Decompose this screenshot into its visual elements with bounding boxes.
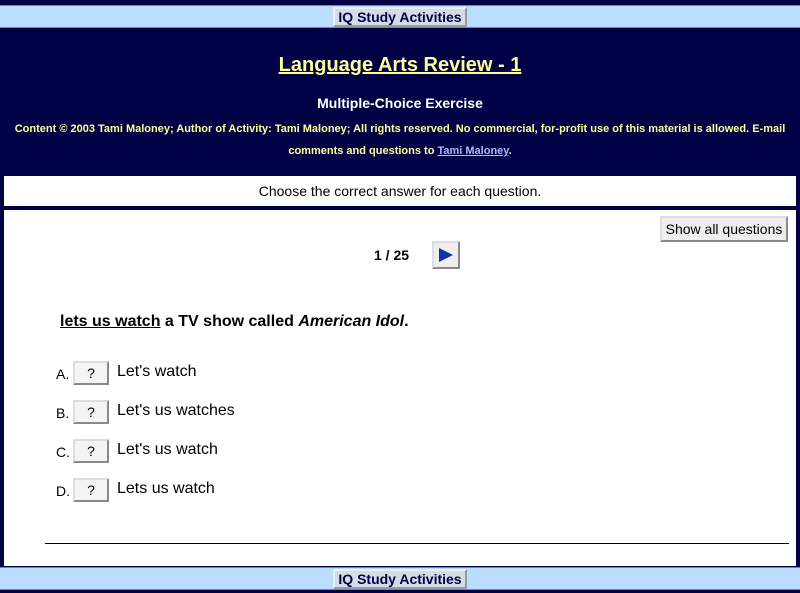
question-underlined: lets us watch xyxy=(60,313,161,330)
option-letter: C. xyxy=(56,444,70,460)
show-all-questions-button[interactable]: Show all questions xyxy=(660,216,788,242)
option-letter: D. xyxy=(56,483,70,499)
right-arrow-icon xyxy=(439,248,453,262)
option-text: Lets us watch xyxy=(117,480,215,497)
question-text: lets us watch a TV show called American … xyxy=(60,313,409,331)
option-letter: A. xyxy=(56,366,70,382)
option-c-button[interactable]: ? xyxy=(73,439,109,463)
option-d-button[interactable]: ? xyxy=(73,478,109,502)
option-text: Let's us watch xyxy=(117,441,218,458)
bottom-navbar: IQ Study Activities xyxy=(0,567,800,590)
iq-study-activities-button-bottom[interactable]: IQ Study Activities xyxy=(333,569,467,589)
option-text: Let's us watches xyxy=(117,402,235,419)
option-text: Let's watch xyxy=(117,363,197,380)
exercise-subtitle: Multiple-Choice Exercise xyxy=(317,95,483,111)
quiz-panel: Show all questions 1 / 25 lets us watch … xyxy=(4,210,796,566)
iq-study-activities-button-top[interactable]: IQ Study Activities xyxy=(333,7,467,27)
divider xyxy=(45,543,789,544)
instructions: Choose the correct answer for each quest… xyxy=(4,176,796,206)
question-counter: 1 / 25 xyxy=(374,247,410,263)
question-end: . xyxy=(404,313,409,330)
credits-text: Content © 2003 Tami Maloney; Author of A… xyxy=(10,118,790,162)
credits-body: Content © 2003 Tami Maloney; Author of A… xyxy=(14,123,786,157)
page-title: Language Arts Review - 1 xyxy=(278,54,522,76)
option-a-button[interactable]: ? xyxy=(73,361,109,385)
author-email-link[interactable]: Tami Maloney xyxy=(437,145,508,157)
top-navbar: IQ Study Activities xyxy=(0,5,800,28)
credits-end: . xyxy=(508,145,512,157)
option-letter: B. xyxy=(56,405,70,421)
question-middle: a TV show called xyxy=(160,313,299,330)
question-italic: American Idol xyxy=(298,313,405,330)
option-b-button[interactable]: ? xyxy=(73,400,109,424)
next-question-button[interactable] xyxy=(432,241,460,269)
